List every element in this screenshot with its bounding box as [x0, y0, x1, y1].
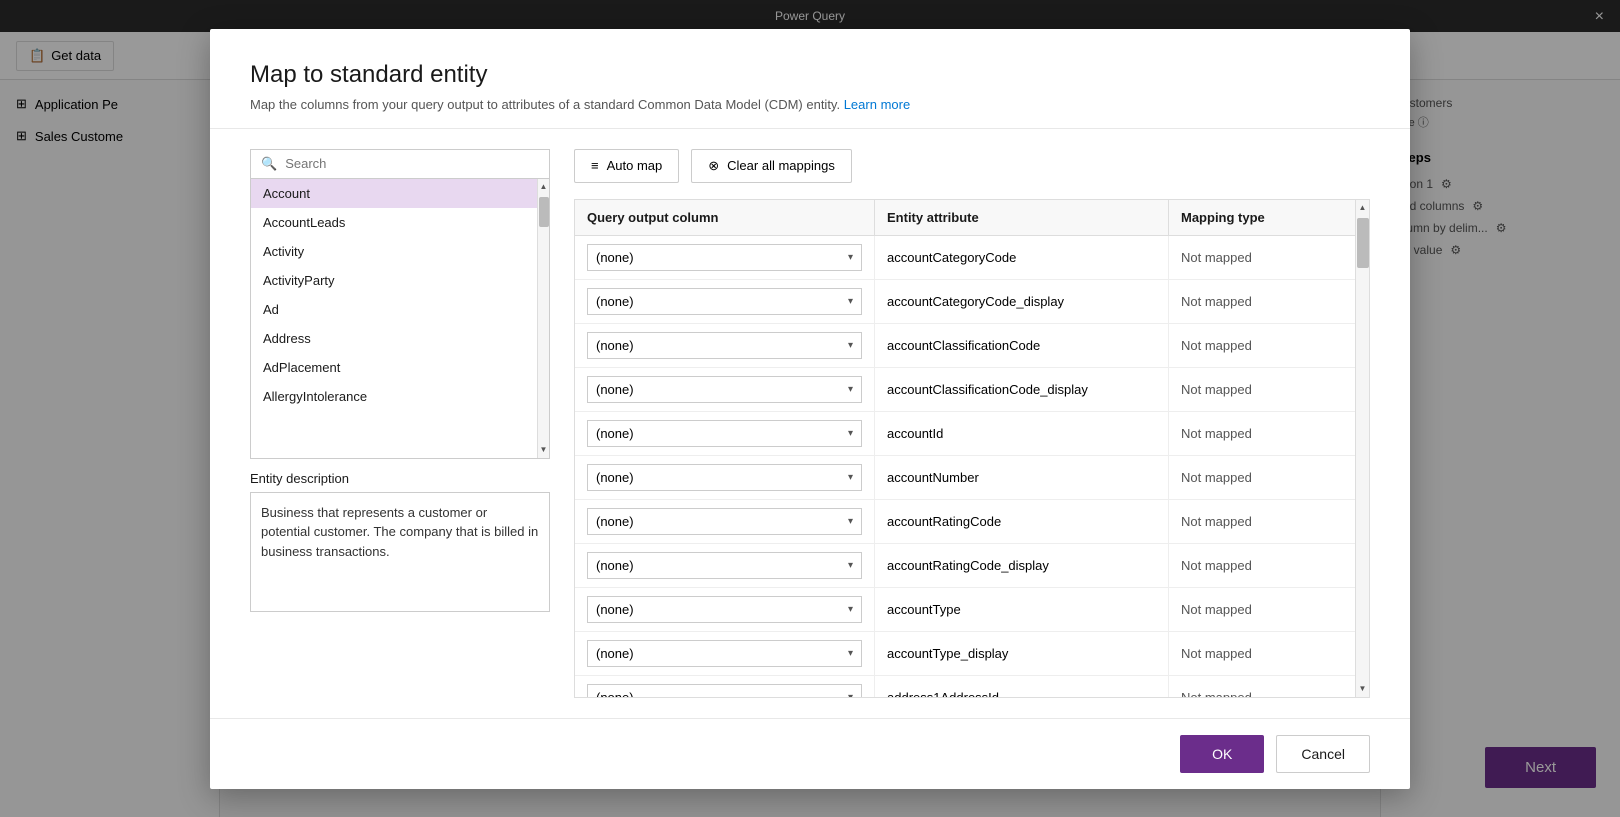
- table-row: (none) ▾ accountRatingCode Not mapped: [575, 500, 1369, 544]
- entity-description-label: Entity description: [250, 471, 550, 486]
- mapping-table-body: (none) ▾ accountCategoryCode Not mapped: [575, 236, 1369, 697]
- left-panel: 🔍 Account AccountLeads Activity: [250, 149, 550, 698]
- dialog-header: Map to standard entity Map the columns f…: [210, 29, 1410, 129]
- chevron-down-icon: ▾: [848, 252, 853, 263]
- dialog-footer: OK Cancel: [210, 718, 1410, 789]
- table-row: (none) ▾ accountNumber Not mapped: [575, 456, 1369, 500]
- clear-all-label: Clear all mappings: [727, 158, 835, 173]
- clear-icon: ⊗: [708, 158, 719, 174]
- chevron-down-icon: ▾: [848, 692, 853, 697]
- entity-attr-7: accountRatingCode: [875, 500, 1169, 543]
- mapping-table-scrollbar: ▲ ▼: [1355, 200, 1369, 697]
- auto-map-label: Auto map: [607, 158, 663, 173]
- entity-attr-11: address1AddressId: [875, 676, 1169, 697]
- mapping-toolbar: ≡ Auto map ⊗ Clear all mappings: [574, 149, 1370, 183]
- query-output-dropdown-10[interactable]: (none) ▾: [587, 640, 862, 667]
- query-output-dropdown-4[interactable]: (none) ▾: [587, 376, 862, 403]
- chevron-down-icon: ▾: [848, 296, 853, 307]
- auto-map-icon: ≡: [591, 158, 599, 173]
- chevron-down-icon: ▾: [848, 472, 853, 483]
- chevron-down-icon: ▾: [848, 648, 853, 659]
- query-output-dropdown-11[interactable]: (none) ▾: [587, 684, 862, 697]
- mapping-scroll-down[interactable]: ▼: [1356, 681, 1370, 697]
- mapping-table-header: Query output column Entity attribute Map…: [575, 200, 1369, 236]
- chevron-down-icon: ▾: [848, 604, 853, 615]
- chevron-down-icon: ▾: [848, 340, 853, 351]
- query-output-dropdown-9[interactable]: (none) ▾: [587, 596, 862, 623]
- modal-overlay: Map to standard entity Map the columns f…: [0, 0, 1620, 817]
- clear-all-button[interactable]: ⊗ Clear all mappings: [691, 149, 852, 183]
- entity-item-accountleads[interactable]: AccountLeads: [251, 208, 537, 237]
- entity-attr-3: accountClassificationCode: [875, 324, 1169, 367]
- entity-attr-5: accountId: [875, 412, 1169, 455]
- table-row: (none) ▾ accountClassificationCode_displ…: [575, 368, 1369, 412]
- scroll-down-arrow[interactable]: ▼: [538, 442, 550, 458]
- entity-attr-1: accountCategoryCode: [875, 236, 1169, 279]
- entity-attr-8: accountRatingCode_display: [875, 544, 1169, 587]
- table-row: (none) ▾ address1AddressId Not mapped: [575, 676, 1369, 697]
- ok-button[interactable]: OK: [1180, 735, 1264, 773]
- entity-item-adplacement[interactable]: AdPlacement: [251, 353, 537, 382]
- cancel-button[interactable]: Cancel: [1276, 735, 1370, 773]
- search-box: 🔍: [250, 149, 550, 179]
- entity-attr-4: accountClassificationCode_display: [875, 368, 1169, 411]
- query-output-dropdown-1[interactable]: (none) ▾: [587, 244, 862, 271]
- query-output-dropdown-5[interactable]: (none) ▾: [587, 420, 862, 447]
- table-row: (none) ▾ accountCategoryCode_display Not…: [575, 280, 1369, 324]
- query-output-dropdown-3[interactable]: (none) ▾: [587, 332, 862, 359]
- scroll-thumb: [539, 197, 549, 227]
- entity-description-box: Business that represents a customer or p…: [250, 492, 550, 612]
- entity-description-section: Entity description Business that represe…: [250, 471, 550, 612]
- table-row: (none) ▾ accountType Not mapped: [575, 588, 1369, 632]
- learn-more-link[interactable]: Learn more: [844, 97, 910, 112]
- mapping-scroll-up[interactable]: ▲: [1356, 200, 1370, 216]
- entity-item-allergyintolerance[interactable]: AllergyIntolerance: [251, 382, 537, 411]
- search-icon: 🔍: [261, 156, 277, 172]
- table-row: (none) ▾ accountClassificationCode Not m…: [575, 324, 1369, 368]
- auto-map-button[interactable]: ≡ Auto map: [574, 149, 679, 183]
- dialog-subtitle: Map the columns from your query output t…: [250, 97, 1370, 112]
- entity-item-account[interactable]: Account: [251, 179, 537, 208]
- entity-attr-2: accountCategoryCode_display: [875, 280, 1169, 323]
- mapping-scroll-thumb: [1357, 218, 1369, 268]
- entity-attr-9: accountType: [875, 588, 1169, 631]
- query-output-dropdown-7[interactable]: (none) ▾: [587, 508, 862, 535]
- table-row: (none) ▾ accountCategoryCode Not mapped: [575, 236, 1369, 280]
- query-output-dropdown-2[interactable]: (none) ▾: [587, 288, 862, 315]
- header-query-output: Query output column: [575, 200, 875, 235]
- table-row: (none) ▾ accountType_display Not mapped: [575, 632, 1369, 676]
- entity-attr-10: accountType_display: [875, 632, 1169, 675]
- entity-item-activity[interactable]: Activity: [251, 237, 537, 266]
- map-entity-dialog: Map to standard entity Map the columns f…: [210, 29, 1410, 789]
- table-row: (none) ▾ accountRatingCode_display Not m…: [575, 544, 1369, 588]
- dialog-title: Map to standard entity: [250, 61, 1370, 89]
- right-panel: ≡ Auto map ⊗ Clear all mappings Query ou…: [574, 149, 1370, 698]
- chevron-down-icon: ▾: [848, 384, 853, 395]
- chevron-down-icon: ▾: [848, 428, 853, 439]
- search-input[interactable]: [285, 156, 539, 171]
- entity-attr-6: accountNumber: [875, 456, 1169, 499]
- chevron-down-icon: ▾: [848, 560, 853, 571]
- entity-item-address[interactable]: Address: [251, 324, 537, 353]
- query-output-dropdown-8[interactable]: (none) ▾: [587, 552, 862, 579]
- dialog-body: 🔍 Account AccountLeads Activity: [210, 129, 1410, 718]
- chevron-down-icon: ▾: [848, 516, 853, 527]
- header-mapping-type: Mapping type: [1169, 200, 1369, 235]
- mapping-table: Query output column Entity attribute Map…: [574, 199, 1370, 698]
- entity-list-scrollbar: ▲ ▼: [537, 179, 549, 458]
- entity-item-ad[interactable]: Ad: [251, 295, 537, 324]
- table-row: (none) ▾ accountId Not mapped: [575, 412, 1369, 456]
- entity-list: Account AccountLeads Activity ActivityPa…: [250, 179, 550, 459]
- header-entity-attribute: Entity attribute: [875, 200, 1169, 235]
- scroll-up-arrow[interactable]: ▲: [538, 179, 550, 195]
- query-output-dropdown-6[interactable]: (none) ▾: [587, 464, 862, 491]
- entity-item-activityparty[interactable]: ActivityParty: [251, 266, 537, 295]
